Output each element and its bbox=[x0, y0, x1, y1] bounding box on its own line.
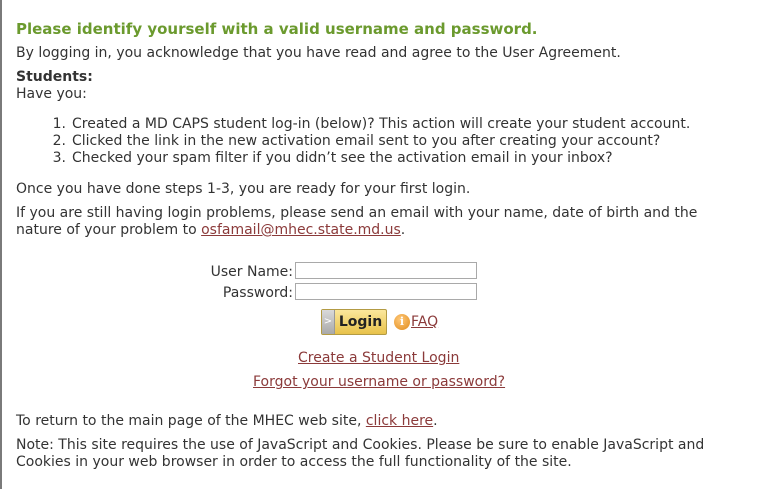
login-button[interactable]: > Login bbox=[321, 309, 387, 335]
password-input[interactable] bbox=[295, 283, 477, 300]
requirements-note: Note: This site requires the use of Java… bbox=[16, 437, 705, 470]
step-text: Clicked the link in the new activation e… bbox=[72, 133, 661, 149]
login-button-label: Login bbox=[338, 314, 383, 330]
username-label: User Name: bbox=[210, 264, 293, 280]
step-number: 3. bbox=[52, 150, 66, 166]
click-here-link[interactable]: click here bbox=[366, 413, 433, 429]
return-period: . bbox=[433, 413, 438, 429]
return-text: To return to the main page of the MHEC w… bbox=[16, 413, 366, 429]
arrow-right-icon: > bbox=[322, 310, 335, 334]
have-you-text: Have you: bbox=[16, 86, 87, 102]
create-student-login-link[interactable]: Create a Student Login bbox=[298, 350, 459, 366]
username-input[interactable] bbox=[295, 262, 477, 279]
step-item: 2. Clicked the link in the new activation… bbox=[32, 133, 732, 150]
step-item: 3. Checked your spam filter if you didn’t… bbox=[32, 150, 732, 167]
faq-link-group[interactable]: i FAQ bbox=[394, 314, 438, 330]
intro-text: By logging in, you acknowledge that you … bbox=[16, 45, 621, 61]
ready-text: Once you have done steps 1-3, you are re… bbox=[16, 181, 471, 197]
support-email-link[interactable]: osfamail@mhec.state.md.us bbox=[201, 222, 401, 238]
step-text: Checked your spam filter if you didn’t s… bbox=[72, 150, 613, 166]
return-main-text: To return to the main page of the MHEC w… bbox=[16, 413, 438, 430]
step-number: 2. bbox=[52, 133, 66, 149]
info-icon: i bbox=[394, 314, 410, 330]
page-heading: Please identify yourself with a valid us… bbox=[16, 20, 538, 38]
students-label: Students: bbox=[16, 69, 93, 85]
faq-link[interactable]: FAQ bbox=[411, 314, 438, 330]
step-number: 1. bbox=[52, 116, 66, 132]
steps-list: 1. Created a MD CAPS student log-in (belo… bbox=[32, 116, 732, 167]
problems-period: . bbox=[400, 222, 406, 238]
forgot-credentials-link[interactable]: Forgot your username or password? bbox=[253, 374, 505, 390]
login-problems-text: If you are still having login problems, … bbox=[16, 205, 736, 239]
step-item: 1. Created a MD CAPS student log-in (belo… bbox=[32, 116, 732, 133]
password-label: Password: bbox=[222, 285, 293, 301]
step-text: Created a MD CAPS student log-in (below)… bbox=[72, 116, 691, 132]
